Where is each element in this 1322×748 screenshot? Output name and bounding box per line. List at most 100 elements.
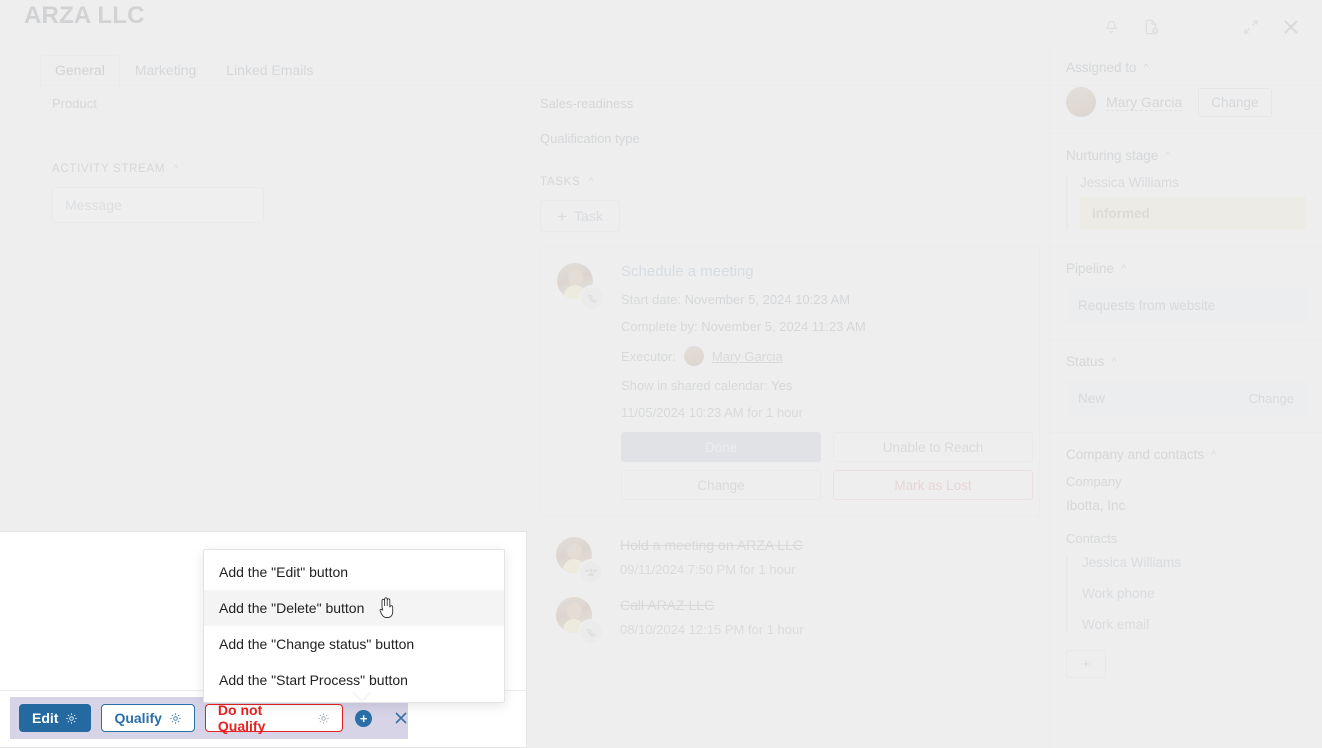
company-value[interactable]: Ibotta, Inc — [1066, 498, 1306, 513]
status-change-link[interactable]: Change — [1248, 391, 1294, 406]
company-contacts-title[interactable]: Company and contacts ^ — [1066, 447, 1306, 462]
assigned-name[interactable]: Mary Garcia — [1106, 94, 1183, 111]
task-unable-to-reach-button[interactable]: Unable to Reach — [833, 432, 1033, 462]
menu-item-add-edit-button[interactable]: Add the "Edit" button — [204, 554, 504, 590]
add-button-icon[interactable]: + — [355, 709, 372, 727]
company-contacts-label: Company and contacts — [1066, 447, 1205, 462]
complete-by-value: November 5, 2024 11:23 AM — [701, 319, 866, 334]
gear-icon[interactable] — [317, 712, 330, 725]
task-mark-as-lost-button[interactable]: Mark as Lost — [833, 470, 1033, 500]
nurturing-contact-name[interactable]: Jessica Williams — [1080, 175, 1306, 190]
menu-item-add-change-status-button[interactable]: Add the "Change status" button — [204, 626, 504, 662]
qualify-button-label: Qualify — [114, 710, 162, 726]
add-button-dropdown-menu: Add the "Edit" button Add the "Delete" b… — [203, 549, 505, 703]
phone-icon — [579, 285, 605, 311]
edit-button-label: Edit — [32, 710, 59, 726]
activity-stream-label: ACTIVITY STREAM — [52, 163, 166, 175]
task-avatar-wrap — [557, 263, 605, 500]
task-body: Schedule a meeting Start date: November … — [603, 263, 1033, 500]
completed-task-avatar-wrap — [556, 537, 604, 585]
shared-calendar-label: Show in shared calendar: — [621, 378, 768, 393]
list-item[interactable]: Work phone — [1082, 586, 1306, 601]
task-complete-by: Complete by: November 5, 2024 11:23 AM — [621, 319, 1033, 334]
nurturing-stage-title[interactable]: Nurturing stage ^ — [1066, 148, 1306, 163]
tab-linked-emails[interactable]: Linked Emails — [211, 55, 328, 86]
chevron-up-icon[interactable]: ^ — [1211, 449, 1216, 461]
chevron-up-icon[interactable]: ^ — [588, 176, 594, 188]
status-value-text: New — [1078, 391, 1106, 406]
tasks-header[interactable]: TASKS ^ — [540, 176, 1040, 188]
gear-icon[interactable] — [169, 712, 182, 725]
nurturing-stage-wrap: Jessica Williams Informed — [1066, 175, 1306, 230]
task-done-button[interactable]: Done — [621, 432, 821, 462]
chevron-up-icon[interactable]: ^ — [1111, 356, 1116, 368]
edit-button[interactable]: Edit — [19, 704, 92, 732]
expand-icon[interactable] — [1234, 12, 1268, 42]
shared-calendar-value: Yes — [771, 378, 793, 393]
right-sidebar: Assigned to ^ Mary Garcia Change Nurturi… — [1049, 46, 1322, 748]
dropdown-pointer-arrow — [352, 690, 372, 700]
tab-general[interactable]: General — [40, 55, 120, 86]
gear-icon[interactable] — [65, 712, 78, 725]
product-label: Product — [52, 96, 97, 111]
assigned-change-button[interactable]: Change — [1198, 87, 1272, 117]
start-date-value: November 5, 2024 10:23 AM — [684, 292, 851, 307]
do-not-qualify-button[interactable]: Do not Qualify — [204, 702, 344, 734]
topbar-icons — [1094, 12, 1308, 42]
status-badge[interactable]: Informed — [1080, 197, 1306, 230]
completed-task-item: Hold a meeting on ARZA LLC 09/11/2024 7:… — [540, 537, 1040, 585]
completed-task-title[interactable]: Call ARAZ LLC — [620, 597, 804, 613]
toolbar-close-icon[interactable] — [394, 711, 408, 725]
assigned-row: Mary Garcia Change — [1066, 87, 1306, 117]
tab-bar[interactable]: General Marketing Linked Emails — [40, 54, 328, 86]
activity-stream-header[interactable]: ACTIVITY STREAM ^ — [52, 163, 512, 175]
nurturing-stage-label: Nurturing stage — [1066, 148, 1159, 163]
message-input[interactable]: Message — [52, 187, 264, 223]
contacts-list: Jessica Williams Work phone Work email — [1066, 555, 1306, 632]
contacts-label: Contacts — [1066, 531, 1118, 546]
status-value: New Change — [1066, 381, 1306, 416]
tab-marketing[interactable]: Marketing — [120, 55, 211, 86]
start-date-label: Start date: — [621, 292, 681, 307]
avatar — [683, 346, 704, 366]
phone-icon — [578, 619, 604, 645]
task-title[interactable]: Schedule a meeting — [621, 263, 1033, 280]
pipeline-title[interactable]: Pipeline ^ — [1066, 261, 1306, 276]
list-item[interactable]: Work email — [1082, 617, 1306, 632]
close-icon[interactable] — [1274, 12, 1308, 42]
task-card: Schedule a meeting Start date: November … — [540, 246, 1040, 517]
menu-item-add-delete-button[interactable]: Add the "Delete" button — [204, 590, 504, 626]
status-label: Status — [1066, 354, 1105, 369]
sidebar-section-nurturing: Nurturing stage ^ Jessica Williams Infor… — [1050, 134, 1322, 247]
document-add-icon[interactable] — [1134, 12, 1168, 42]
status-title[interactable]: Status ^ — [1066, 354, 1306, 369]
left-column: Product ACTIVITY STREAM ^ Message — [52, 96, 512, 223]
executor-name[interactable]: Mary Garcia — [712, 349, 783, 364]
pipeline-value[interactable]: Requests from website — [1066, 288, 1306, 323]
avatar — [1066, 87, 1096, 117]
completed-task-date: 08/10/2024 12:15 PM for 1 hour — [620, 622, 804, 637]
task-executor: Executor: Mary Garcia — [621, 346, 1033, 366]
add-task-button[interactable]: + Task — [540, 200, 620, 232]
add-task-label: Task — [574, 208, 603, 224]
task-change-button[interactable]: Change — [621, 470, 821, 500]
chevron-up-icon[interactable]: ^ — [1165, 150, 1170, 162]
sidebar-section-assigned: Assigned to ^ Mary Garcia Change — [1050, 46, 1322, 134]
sales-readiness-label: Sales-readiness — [540, 96, 634, 111]
add-contact-button[interactable]: + — [1066, 650, 1106, 678]
task-start-date: Start date: November 5, 2024 10:23 AM — [621, 292, 1033, 307]
plus-icon: + — [557, 206, 568, 226]
qualification-type-label: Qualification type — [540, 131, 640, 146]
assigned-to-title[interactable]: Assigned to ^ — [1066, 60, 1306, 75]
list-item[interactable]: Jessica Williams — [1082, 555, 1306, 570]
tasks-label: TASKS — [540, 176, 581, 188]
qualify-button[interactable]: Qualify — [101, 704, 195, 732]
pipeline-label: Pipeline — [1066, 261, 1115, 276]
chevron-up-icon[interactable]: ^ — [173, 163, 179, 175]
completed-task-title[interactable]: Hold a meeting on ARZA LLC — [620, 537, 803, 553]
middle-column: Sales-readiness Qualification type TASKS… — [540, 96, 1040, 645]
chevron-up-icon[interactable]: ^ — [1121, 263, 1126, 275]
complete-by-label: Complete by: — [621, 319, 698, 334]
bell-icon[interactable] — [1094, 12, 1128, 42]
chevron-up-icon[interactable]: ^ — [1144, 62, 1149, 74]
